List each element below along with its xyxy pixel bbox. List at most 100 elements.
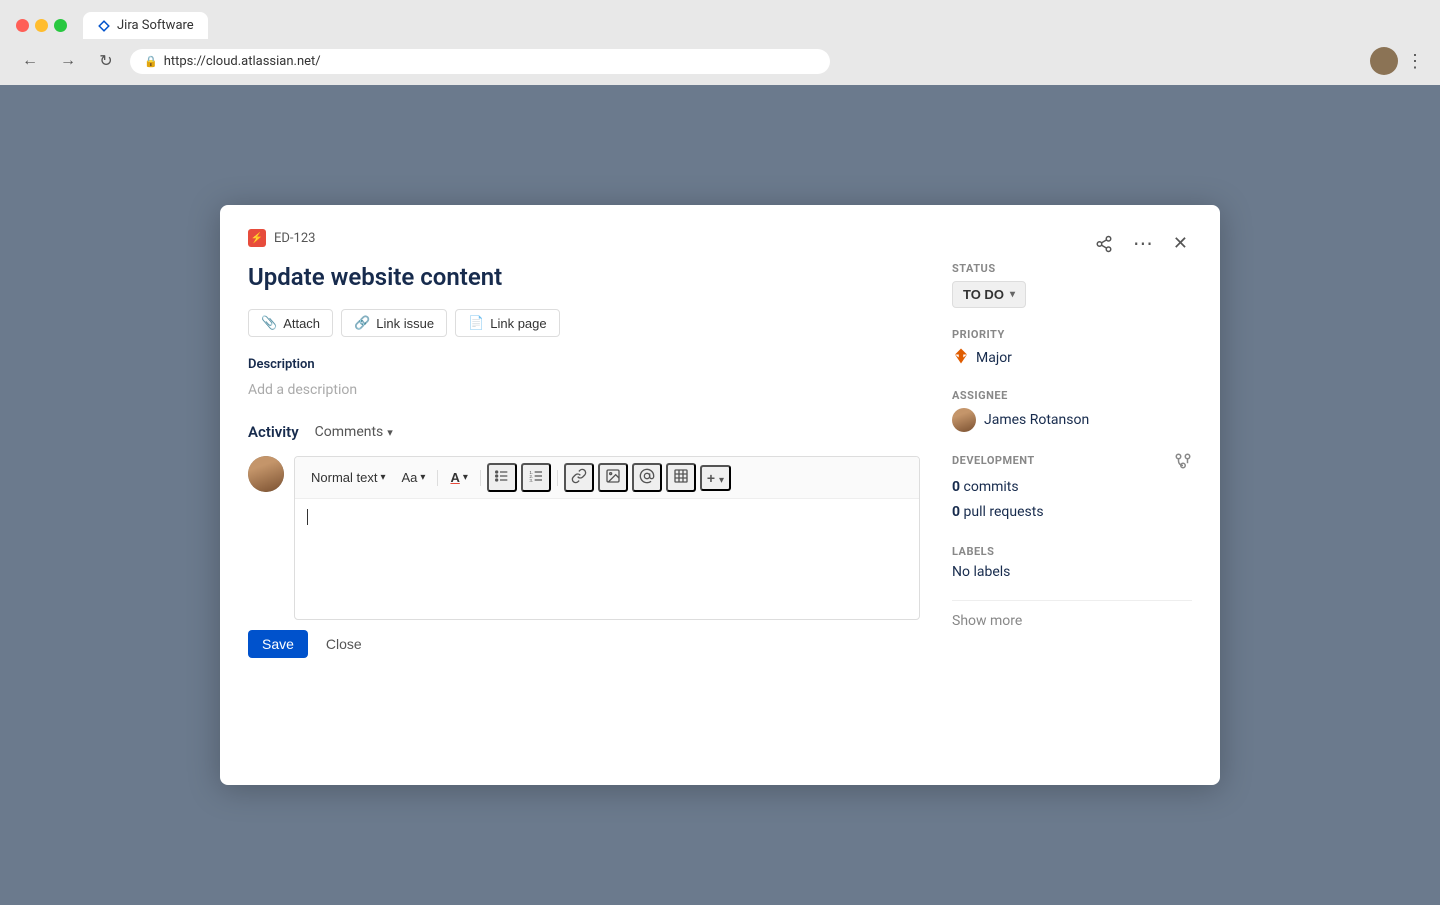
back-button[interactable]: ← [16, 47, 44, 75]
development-stats: 0 commits 0 pull requests [952, 475, 1192, 525]
modal-header: ED-123 ⋯ ✕ [248, 229, 1192, 258]
traffic-light-minimize[interactable] [35, 19, 48, 32]
more-options-button[interactable]: ⋯ [1129, 230, 1157, 258]
table-button[interactable] [666, 463, 696, 492]
status-chevron-icon: ▾ [1010, 289, 1015, 300]
commits-row: 0 commits [952, 475, 1192, 500]
avatar-image [248, 456, 284, 492]
current-user-avatar [248, 456, 284, 492]
priority-icon [952, 347, 970, 369]
close-modal-button[interactable]: ✕ [1169, 229, 1192, 258]
chevron-down-icon: ▾ [387, 426, 393, 439]
more-toolbar-chevron: ▾ [719, 475, 724, 486]
close-comment-button[interactable]: Close [316, 630, 372, 658]
link-issue-button[interactable]: 🔗 Link issue [341, 309, 447, 337]
link-page-label: Link page [490, 316, 546, 331]
priority-label: PRIORITY [952, 328, 1192, 341]
more-toolbar-button[interactable]: + ▾ [700, 465, 731, 491]
font-size-button[interactable]: Aa ▾ [396, 467, 432, 488]
comments-dropdown[interactable]: Comments ▾ [309, 422, 399, 442]
priority-row[interactable]: Major [952, 347, 1192, 369]
development-label: DEVELOPMENT [952, 454, 1035, 467]
more-toolbar-icon: + [707, 470, 715, 486]
assignee-label: ASSIGNEE [952, 389, 1192, 402]
link-button[interactable] [564, 463, 594, 492]
branch-icon[interactable] [1174, 452, 1192, 475]
mention-button[interactable] [632, 463, 662, 492]
traffic-lights [16, 19, 67, 32]
comment-footer: Save Close [248, 630, 920, 658]
font-color-button[interactable]: A ▾ [444, 467, 473, 488]
assignee-avatar [952, 408, 976, 432]
toolbar-separator-3 [557, 470, 558, 486]
text-style-label: Normal text [311, 470, 377, 485]
text-cursor [307, 509, 308, 525]
attach-label: Attach [283, 316, 320, 331]
text-style-chevron: ▾ [380, 472, 385, 483]
status-label: STATUS [952, 262, 1192, 275]
comment-editor: Normal text ▾ Aa ▾ A ▾ [294, 456, 920, 620]
close-icon: ✕ [1173, 233, 1188, 254]
svg-text:3.: 3. [529, 478, 533, 483]
link-page-button[interactable]: 📄 Link page [455, 309, 560, 337]
labels-label: LABELS [952, 545, 1192, 558]
assignee-name: James Rotanson [984, 412, 1089, 428]
activity-section: Activity Comments ▾ [248, 422, 920, 658]
ordered-list-button[interactable]: 1. 2. 3. [521, 463, 551, 492]
modal-action-buttons: ⋯ ✕ [1091, 229, 1192, 258]
labels-value[interactable]: No labels [952, 564, 1192, 580]
issue-type-icon [248, 229, 266, 247]
lock-icon: 🔒 [144, 55, 158, 68]
refresh-button[interactable]: ↻ [92, 47, 120, 75]
priority-section: PRIORITY Major [952, 328, 1192, 369]
browser-menu-dots[interactable]: ⋮ [1406, 51, 1424, 72]
assignee-section: ASSIGNEE James Rotanson [952, 389, 1192, 432]
pull-requests-row: 0 pull requests [952, 500, 1192, 525]
divider [952, 600, 1192, 601]
issue-modal: ED-123 ⋯ ✕ Update w [220, 205, 1220, 785]
right-panel: STATUS TO DO ▾ PRIORITY [952, 262, 1192, 757]
image-button[interactable] [598, 463, 628, 492]
editor-content-area[interactable] [295, 499, 919, 619]
browser-titlebar: Jira Software [0, 0, 1440, 47]
traffic-light-maximize[interactable] [54, 19, 67, 32]
font-size-icon: Aa [402, 470, 418, 485]
font-color-icon: A [450, 470, 459, 485]
labels-section: LABELS No labels [952, 545, 1192, 580]
forward-button[interactable]: → [54, 47, 82, 75]
text-style-dropdown[interactable]: Normal text ▾ [305, 467, 392, 488]
attach-button[interactable]: 📎 Attach [248, 309, 333, 337]
share-button[interactable] [1091, 231, 1117, 257]
development-header: DEVELOPMENT [952, 452, 1192, 475]
address-bar[interactable]: 🔒 https://cloud.atlassian.net/ [130, 49, 830, 74]
browser-tab[interactable]: Jira Software [83, 12, 208, 39]
traffic-light-close[interactable] [16, 19, 29, 32]
show-more-button[interactable]: Show more [952, 613, 1192, 629]
browser-chrome: Jira Software ← → ↻ 🔒 https://cloud.atla… [0, 0, 1440, 85]
description-placeholder[interactable]: Add a description [248, 378, 920, 402]
modal-body: Update website content 📎 Attach 🔗 Link i… [248, 262, 1192, 757]
issue-id-text: ED-123 [274, 231, 315, 246]
browser-menu: ⋮ [1370, 47, 1424, 75]
browser-avatar[interactable] [1370, 47, 1398, 75]
activity-header: Activity Comments ▾ [248, 422, 920, 442]
comment-area: Normal text ▾ Aa ▾ A ▾ [248, 456, 920, 620]
toolbar-separator-1 [437, 470, 438, 486]
editor-toolbar: Normal text ▾ Aa ▾ A ▾ [295, 457, 919, 499]
priority-value: Major [976, 350, 1012, 366]
jira-logo-icon [97, 19, 111, 33]
left-panel: Update website content 📎 Attach 🔗 Link i… [248, 262, 920, 757]
bullet-list-button[interactable] [487, 463, 517, 492]
assignee-row[interactable]: James Rotanson [952, 408, 1192, 432]
attach-icon: 📎 [261, 315, 277, 331]
font-color-chevron: ▾ [463, 472, 468, 483]
development-section: DEVELOPMENT 0 commits [952, 452, 1192, 525]
comments-label: Comments [315, 424, 384, 440]
page-background: ED-123 ⋯ ✕ Update w [0, 85, 1440, 905]
link-issue-icon: 🔗 [354, 315, 370, 331]
description-label: Description [248, 357, 920, 372]
save-button[interactable]: Save [248, 630, 308, 658]
status-dropdown[interactable]: TO DO ▾ [952, 281, 1026, 308]
issue-title: Update website content [248, 262, 920, 293]
pull-requests-label: pull requests [964, 504, 1044, 520]
